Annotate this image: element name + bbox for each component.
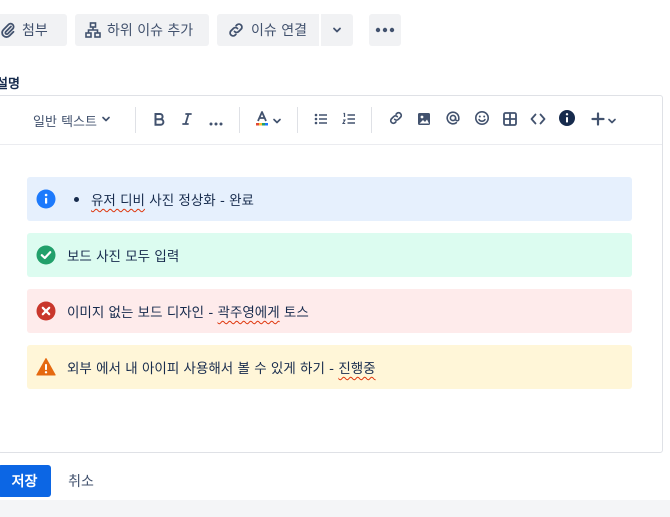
rich-text-editor[interactable]: 일반 텍스트 유저 디비 사진 정상화 - 완료 보드 사진 모두 입력 이미지… [0,95,663,453]
emoji-button[interactable] [471,108,493,132]
italic-icon [180,111,194,130]
warning-panel[interactable]: 외부 에서 내 아이피 사용해서 볼 수 있게 하기 - 진행중 [27,345,632,389]
numbered-list-button[interactable] [339,108,359,132]
info-panel-text: 유저 디비 사진 정상화 - 완료 [91,189,254,209]
chevron-down-icon [607,111,617,130]
more-icon [209,111,223,130]
success-panel-text: 보드 사진 모두 입력 [67,249,180,265]
insert-more-dropdown[interactable] [587,108,621,132]
warning-panel-text: 외부 에서 내 아이피 사용해서 볼 수 있게 하기 - 진행중 [67,357,376,377]
chevron-down-icon [272,111,282,130]
more-formatting-button[interactable] [205,108,227,132]
code-block-button[interactable] [527,108,549,132]
editor-toolbar: 일반 텍스트 [0,96,662,145]
more-actions-button[interactable] [369,14,401,46]
toolbar-divider [135,107,136,133]
info-panel-button[interactable] [556,108,578,132]
link-issue-split-button: 이슈 연결 [217,14,353,46]
toolbar-divider [239,107,240,133]
add-child-issue-label: 하위 이슈 추가 [107,23,194,39]
description-label: 설명 [0,77,20,92]
attach-button[interactable]: 첨부 [0,14,67,46]
bold-button[interactable] [149,108,169,132]
insert-image-button[interactable] [413,108,435,132]
error-panel-text: 이미지 없는 보드 디자인 - 곽주영에게 토스 [67,301,309,321]
table-icon [503,111,517,130]
insert-table-button[interactable] [499,108,521,132]
spellcheck-word: 유저 디비 [91,193,145,209]
panel-text-rest: 토스 [279,305,309,321]
success-panel[interactable]: 보드 사진 모두 입력 [27,233,632,277]
italic-button[interactable] [177,108,197,132]
error-icon [36,301,56,321]
list-bullet [74,197,79,202]
toolbar-divider [371,107,372,133]
plus-icon [591,111,605,130]
text-style-label: 일반 텍스트 [33,114,97,130]
emoji-icon [474,110,490,130]
panel-text-rest: 사진 정상화 - 완료 [144,193,254,209]
link-issue-label: 이슈 연결 [251,23,307,39]
info-icon [558,109,576,131]
issue-description-editor-page: 첨부 하위 이슈 추가 이슈 연결 설명 일반 텍스트 유저 디비 사진 정상화… [0,0,670,517]
check-circle-icon [36,245,56,265]
save-button[interactable]: 저장 [0,465,51,497]
spellcheck-word: 곽주영에게 [217,305,280,321]
info-panel[interactable]: 유저 디비 사진 정상화 - 완료 [27,177,632,221]
warning-icon [36,357,56,377]
bullet-list-icon [314,111,328,130]
attach-label: 첨부 [22,23,48,39]
info-icon [36,189,56,209]
error-panel[interactable]: 이미지 없는 보드 디자인 - 곽주영에게 토스 [27,289,632,333]
bullet-list-button[interactable] [311,108,331,132]
chevron-down-icon [331,24,343,36]
page-bottom-strip [0,500,670,517]
link-issue-dropdown-button[interactable] [321,14,353,46]
bold-icon [152,111,166,130]
chevron-down-icon [101,113,111,128]
image-icon [417,111,431,130]
hierarchy-icon [85,22,101,38]
panel-text-prefix: 외부 에서 내 아이피 사용해서 볼 수 있게 하기 - [67,361,339,377]
code-icon [530,111,546,130]
mention-button[interactable] [442,108,464,132]
toolbar-divider [297,107,298,133]
at-sign-icon [445,110,461,130]
panel-text-prefix: 이미지 없는 보드 디자인 - [67,305,218,321]
insert-link-button[interactable] [385,108,407,132]
text-color-dropdown[interactable] [251,108,285,132]
text-color-icon [254,110,270,130]
spellcheck-word: 진행중 [338,361,376,377]
cancel-button[interactable]: 취소 [58,465,104,497]
numbered-list-icon [342,111,356,130]
paperclip-icon [0,22,16,38]
link-icon [388,110,404,130]
text-style-dropdown[interactable]: 일반 텍스트 [30,108,114,132]
add-child-issue-button[interactable]: 하위 이슈 추가 [75,14,209,46]
link-issue-button[interactable]: 이슈 연결 [217,14,319,46]
link-icon [227,21,245,39]
more-icon [375,27,395,33]
